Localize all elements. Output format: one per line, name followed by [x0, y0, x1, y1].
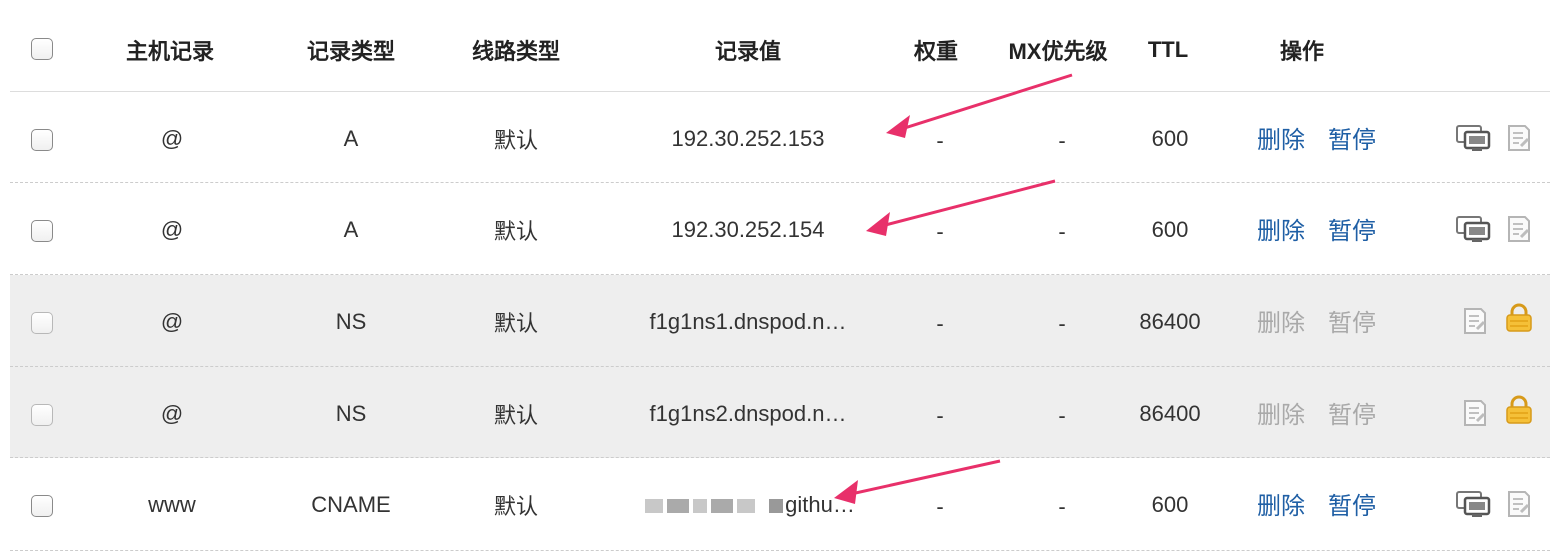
arrowhead-1 — [886, 115, 910, 138]
arrowhead-3 — [834, 480, 858, 504]
arrow-2 — [873, 179, 1056, 230]
annotation-arrows — [834, 73, 1073, 504]
arrow-1 — [889, 73, 1073, 135]
arrowhead-2 — [866, 212, 890, 236]
arrow-3 — [841, 459, 1001, 498]
